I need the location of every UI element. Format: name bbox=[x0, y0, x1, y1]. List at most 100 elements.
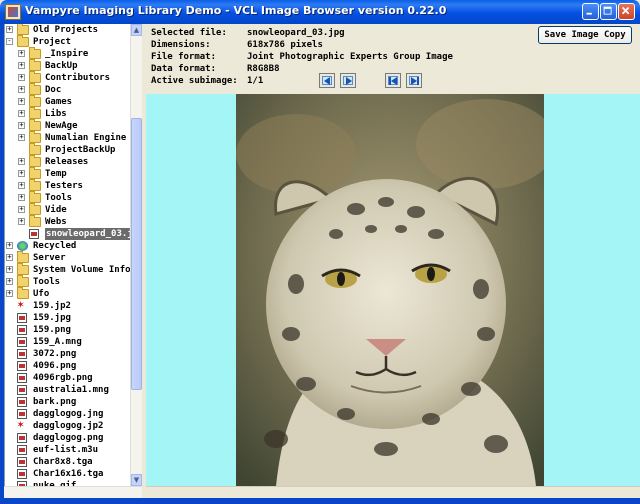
image-view[interactable] bbox=[146, 94, 640, 486]
tree-item-label: 4096rgb.png bbox=[33, 373, 93, 383]
prev-subimage-button[interactable] bbox=[319, 73, 335, 88]
dimensions-label: Dimensions: bbox=[151, 40, 211, 50]
tree-item-label: australia1.mng bbox=[33, 385, 109, 395]
folder-icon bbox=[29, 131, 41, 143]
window-title: Vampyre Imaging Library Demo - VCL Image… bbox=[25, 4, 447, 17]
tree-horizontal-scrollbar[interactable] bbox=[4, 486, 142, 498]
tree-item-label: Char16x16.tga bbox=[33, 469, 104, 479]
expand-icon[interactable]: + bbox=[18, 158, 25, 165]
last-subimage-button[interactable] bbox=[406, 73, 422, 88]
image-file-icon bbox=[17, 433, 27, 443]
collapse-icon[interactable]: - bbox=[6, 38, 13, 45]
expand-icon[interactable]: + bbox=[18, 98, 25, 105]
expand-icon[interactable]: + bbox=[18, 206, 25, 213]
image-file-icon bbox=[17, 325, 27, 335]
maximize-icon bbox=[603, 6, 612, 15]
tree-item-label: bark.png bbox=[33, 397, 77, 407]
image-file-icon bbox=[17, 457, 27, 467]
tree-item-label: Contributors bbox=[45, 73, 111, 83]
expand-icon[interactable]: + bbox=[18, 50, 25, 57]
folder-icon bbox=[29, 71, 41, 83]
expand-icon[interactable]: + bbox=[18, 110, 25, 117]
folder-icon bbox=[17, 251, 29, 263]
expand-icon[interactable]: + bbox=[18, 74, 25, 81]
first-subimage-button[interactable] bbox=[385, 73, 401, 88]
title-bar[interactable]: Vampyre Imaging Library Demo - VCL Image… bbox=[0, 0, 640, 24]
tree-item-label: Ufo bbox=[33, 289, 50, 299]
tree-vertical-scrollbar[interactable]: ▲ ▼ bbox=[130, 24, 142, 486]
expand-icon[interactable]: + bbox=[18, 182, 25, 189]
folder-icon bbox=[29, 167, 41, 179]
tree-item-label: NewAge bbox=[45, 121, 78, 131]
expand-icon[interactable]: + bbox=[18, 122, 25, 129]
window-frame-bottom bbox=[0, 498, 640, 504]
image-file-icon bbox=[17, 361, 27, 371]
next-subimage-button[interactable] bbox=[340, 73, 356, 88]
tree-item-label: 159_A.mng bbox=[33, 337, 82, 347]
tree-item-label: Recycled bbox=[33, 241, 77, 251]
tree-item-label: Tools bbox=[33, 277, 61, 287]
image-file-icon bbox=[17, 349, 27, 359]
tree-item-label: 159.jp2 bbox=[33, 301, 71, 311]
tree-item-label: _Inspire bbox=[45, 49, 89, 59]
tree-item-label: Games bbox=[45, 97, 73, 107]
expand-icon[interactable]: + bbox=[6, 290, 13, 297]
minimize-button[interactable] bbox=[582, 3, 599, 20]
close-button[interactable] bbox=[618, 3, 635, 20]
image-info-panel: Selected file: snowleopard_03.jpg Dimens… bbox=[146, 24, 640, 94]
app-icon[interactable] bbox=[5, 4, 21, 20]
folder-icon bbox=[29, 95, 41, 107]
scroll-up-button[interactable]: ▲ bbox=[131, 24, 142, 36]
expand-icon[interactable]: + bbox=[6, 26, 13, 33]
expand-icon[interactable]: + bbox=[18, 86, 25, 93]
maximize-button[interactable] bbox=[600, 3, 617, 20]
folder-icon bbox=[29, 107, 41, 119]
scroll-thumb[interactable] bbox=[131, 118, 142, 390]
folder-tree[interactable]: + Old Projects - Project + _Inspire + BackUp + Co… bbox=[4, 24, 131, 486]
jpeg2000-file-icon bbox=[17, 418, 29, 431]
file-format-label: File format: bbox=[151, 52, 217, 62]
folder-icon bbox=[29, 191, 41, 203]
scroll-down-button[interactable]: ▼ bbox=[131, 474, 142, 486]
expand-icon[interactable]: + bbox=[18, 170, 25, 177]
image-file-icon bbox=[17, 469, 27, 479]
tree-item-label: Server bbox=[33, 253, 66, 263]
expand-icon[interactable]: + bbox=[6, 242, 13, 249]
folder-icon bbox=[29, 47, 41, 59]
tree-item-label: 159.png bbox=[33, 325, 71, 335]
save-image-copy-button[interactable]: Save Image Copy bbox=[538, 26, 632, 44]
folder-icon bbox=[29, 59, 41, 71]
expand-icon[interactable]: + bbox=[6, 266, 13, 273]
folder-icon bbox=[29, 119, 41, 131]
active-subimage-label: Active subimage: bbox=[151, 76, 238, 86]
tree-item-label: Temp bbox=[45, 169, 67, 179]
expand-icon[interactable]: + bbox=[6, 278, 13, 285]
tree-item-label: Char8x8.tga bbox=[33, 457, 93, 467]
expand-icon[interactable]: + bbox=[18, 218, 25, 225]
expand-icon[interactable]: + bbox=[18, 134, 25, 141]
selected-file-label: Selected file: bbox=[151, 28, 227, 38]
folder-icon bbox=[29, 203, 41, 215]
active-subimage-value: 1/1 bbox=[247, 76, 264, 86]
image-file-icon bbox=[17, 337, 27, 347]
data-format-value: R8G8B8 bbox=[247, 64, 280, 74]
data-format-label: Data format: bbox=[151, 64, 217, 74]
expand-icon[interactable]: + bbox=[18, 194, 25, 201]
arrow-left-icon bbox=[324, 77, 330, 85]
image-file-icon bbox=[17, 397, 27, 407]
file-format-value: Joint Photographic Experts Group Image bbox=[247, 52, 453, 62]
image-file-icon bbox=[29, 229, 39, 239]
tree-item-label: Testers bbox=[45, 181, 83, 191]
tree-item-label: Numalian Engine bbox=[45, 133, 127, 143]
image-file-icon bbox=[17, 373, 27, 383]
tree-item-label: Webs bbox=[45, 217, 67, 227]
arrow-right-icon bbox=[346, 77, 352, 85]
tree-item-label: Project bbox=[33, 37, 71, 47]
playlist-file-icon bbox=[17, 445, 27, 455]
expand-icon[interactable]: + bbox=[18, 62, 25, 69]
tree-item-label: euf-list.m3u bbox=[33, 445, 99, 455]
close-icon bbox=[621, 6, 630, 15]
image-file-icon bbox=[17, 313, 27, 323]
folder-icon bbox=[29, 143, 41, 155]
expand-icon[interactable]: + bbox=[6, 254, 13, 261]
